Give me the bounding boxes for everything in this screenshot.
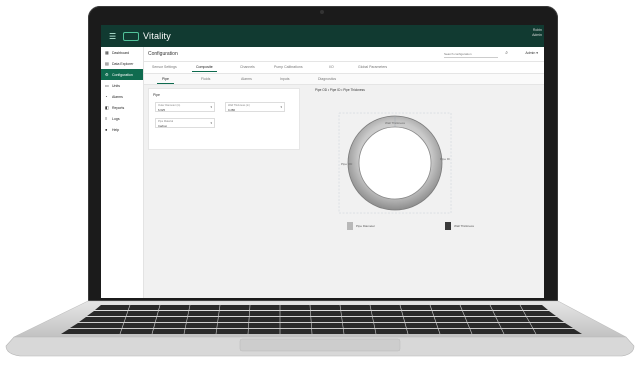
bell-icon: ◔ <box>105 94 108 99</box>
app-bar: ☰ Vitality Robin Admin <box>101 25 544 47</box>
subtab-diagnostics[interactable]: Diagnostics <box>318 77 336 81</box>
sidebar-item-label: Data Explorer <box>112 61 134 66</box>
sidebar-item-data-explorer[interactable]: ▤ Data Explorer <box>101 58 143 69</box>
sidebar-item-help[interactable]: ● Help <box>101 124 143 135</box>
sidebar-item-reports[interactable]: ◧ Reports <box>101 102 143 113</box>
chevron-down-icon: ▾ <box>210 105 212 109</box>
field-value: 0.280 <box>228 107 235 112</box>
laptop-base <box>5 300 635 357</box>
search-icon[interactable]: ⌕ <box>505 50 508 56</box>
chevron-down-icon: ▾ <box>210 121 212 125</box>
subtab-fluids[interactable]: Fluids <box>201 77 210 81</box>
dim-label-top: Wall Thickness <box>385 121 406 125</box>
sidebar-item-alarms[interactable]: ◔ Alarms <box>101 91 143 102</box>
tab-composite[interactable]: Composite <box>192 65 217 72</box>
legend-label: Pipe Diameter <box>356 224 376 228</box>
main-tabs: Sensor Settings Composite Channels Pump … <box>144 62 544 74</box>
tab-pump-calibrations[interactable]: Pump Calibrations <box>274 65 303 69</box>
dim-label-right: Pipe ID <box>440 157 451 161</box>
sidebar: ▦ Dashboard ▤ Data Explorer ⚙ Configurat… <box>101 47 144 298</box>
sub-tabs: Pipe Fluids Alarms Inputs Diagnostics <box>144 74 544 85</box>
report-icon: ◧ <box>105 105 109 110</box>
dim-label-left: Pipe OD <box>341 162 353 166</box>
help-icon: ● <box>105 127 108 132</box>
tab-channels[interactable]: Channels <box>240 65 255 69</box>
user-role: Admin <box>532 33 542 37</box>
sidebar-item-label: Reports <box>112 105 125 110</box>
pipe-material-select[interactable]: Pipe Material Carbon ▾ <box>155 118 215 128</box>
chevron-down-icon: ▾ <box>280 105 282 109</box>
field-value: 6.625 <box>158 107 165 112</box>
outer-diameter-select[interactable]: Outer Diameter (in) 6.625 ▾ <box>155 102 215 112</box>
subtab-pipe[interactable]: Pipe <box>156 77 175 84</box>
legend-label: Wall Thickness <box>454 224 475 228</box>
grid-icon: ▦ <box>105 50 109 55</box>
legend-swatch <box>445 222 451 230</box>
table-icon: ▤ <box>105 61 109 66</box>
card-title: Pipe <box>153 93 161 97</box>
tab-sensor-settings[interactable]: Sensor Settings <box>152 65 177 69</box>
trackpad <box>239 338 401 352</box>
sidebar-item-label: Alarms <box>112 94 123 99</box>
laptop-device: ☰ Vitality Robin Admin ▦ Dashboard ▤ Dat… <box>0 0 640 371</box>
laptop-lid: ☰ Vitality Robin Admin ▦ Dashboard ▤ Dat… <box>88 6 558 308</box>
sidebar-item-label: Units <box>112 83 120 88</box>
sidebar-item-label: Dashboard <box>112 50 130 55</box>
list-icon: ≡ <box>105 116 108 121</box>
legend-swatch <box>347 222 353 230</box>
app-name: Vitality <box>143 31 171 41</box>
page-title: Configuration <box>148 51 178 57</box>
page-header: Configuration ⌕ Admin ▾ <box>144 47 544 62</box>
brand-logo-icon <box>123 31 139 41</box>
legend-item-wall-thickness: Wall Thickness <box>445 222 474 230</box>
sidebar-item-units[interactable]: ▭ Units <box>101 80 143 91</box>
search-input[interactable] <box>444 50 498 58</box>
subtab-alarms[interactable]: Alarms <box>241 77 252 81</box>
sidebar-item-dashboard[interactable]: ▦ Dashboard <box>101 47 143 58</box>
sidebar-item-label: Help <box>112 127 120 132</box>
ruler-icon: ▭ <box>105 83 109 88</box>
tab-global-parameters[interactable]: Global Parameters <box>358 65 387 69</box>
pipe-bore <box>358 126 432 200</box>
user-menu-dropdown[interactable]: Admin ▾ <box>525 51 538 55</box>
legend-item-pipe-diameter: Pipe Diameter <box>347 222 375 230</box>
settings-icon: ⚙ <box>105 72 109 77</box>
user-block[interactable]: Robin Admin <box>532 28 542 38</box>
app-screen: ☰ Vitality Robin Admin ▦ Dashboard ▤ Dat… <box>101 25 544 298</box>
wall-thickness-select[interactable]: Wall Thickness (in) 0.280 ▾ <box>225 102 285 112</box>
sidebar-item-label: Configuration <box>112 72 133 77</box>
diagram-title: Pipe OD • Pipe ID • Pipe Thickness <box>315 88 365 92</box>
sidebar-item-configuration[interactable]: ⚙ Configuration <box>101 69 143 80</box>
sidebar-item-logs[interactable]: ≡ Logs <box>101 113 143 124</box>
webcam <box>320 10 324 14</box>
sidebar-item-label: Logs <box>112 116 120 121</box>
subtab-inputs[interactable]: Inputs <box>280 77 290 81</box>
tab-io[interactable]: I/O <box>329 65 334 69</box>
field-value: Carbon <box>158 123 168 128</box>
hamburger-menu-icon[interactable]: ☰ <box>109 32 119 41</box>
keyboard-keys <box>61 305 582 334</box>
pipe-form-card: Pipe Outer Diameter (in) 6.625 ▾ Wall Th… <box>148 88 300 150</box>
